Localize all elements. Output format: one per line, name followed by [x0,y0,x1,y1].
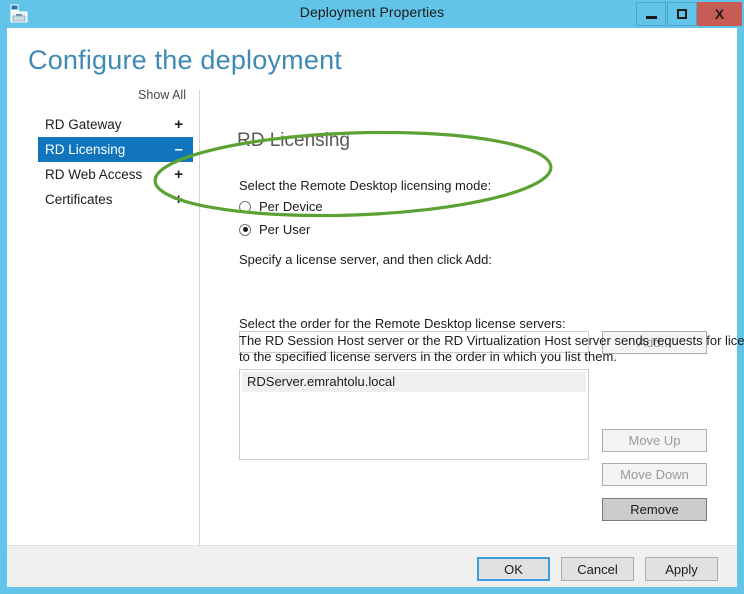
sidebar-item-rd-gateway[interactable]: RD Gateway + [38,112,193,137]
radio-per-device[interactable]: Per Device [239,199,323,214]
minimize-icon [645,15,657,19]
radio-label: Per Device [259,199,323,214]
window-title: Deployment Properties [299,4,445,20]
expand-plus-icon: + [174,116,183,133]
radio-label: Per User [259,222,311,237]
collapse-minus-icon: – [174,141,183,158]
remove-button[interactable]: Remove [602,498,707,521]
sidebar-item-rd-web-access[interactable]: RD Web Access + [38,162,193,187]
apply-button[interactable]: Apply [645,557,718,581]
order-description-line-2: to the specified license servers in the … [239,349,617,364]
ok-button[interactable]: OK [477,557,550,581]
sidebar-item-certificates[interactable]: Certificates + [38,187,193,212]
client-area: Configure the deployment Show All RD Gat… [7,28,744,587]
page-title: Configure the deployment [28,45,342,75]
move-down-button[interactable]: Move Down [602,463,707,486]
section-title: RD Licensing [237,130,350,151]
nav-divider [199,90,200,550]
licensing-mode-label: Select the Remote Desktop licensing mode… [239,178,492,193]
list-item[interactable]: RDServer.emrahtolu.local [242,372,586,392]
close-icon: X [714,6,725,22]
maximize-icon [677,9,687,19]
radio-per-user[interactable]: Per User [239,222,310,237]
move-up-button[interactable]: Move Up [602,429,707,452]
sidebar-item-label: Certificates [45,192,113,207]
cancel-button[interactable]: Cancel [561,557,634,581]
sidebar-item-label: RD Web Access [45,167,143,182]
title-bar: Deployment Properties X [0,0,744,28]
maximize-button[interactable] [667,2,697,26]
show-all-link[interactable]: Show All [138,88,186,102]
sidebar-item-label: RD Licensing [45,142,126,157]
minimize-button[interactable] [636,2,666,26]
radio-indicator [239,200,251,213]
license-server-listbox[interactable]: RDServer.emrahtolu.local [239,369,589,460]
order-label: Select the order for the Remote Desktop … [239,316,566,331]
dialog-footer: OK Cancel Apply [7,545,737,587]
radio-indicator [239,223,251,236]
sidebar-item-label: RD Gateway [45,117,122,132]
sidebar-item-rd-licensing[interactable]: RD Licensing – [38,137,193,162]
order-description-line-1: The RD Session Host server or the RD Vir… [239,333,744,348]
expand-plus-icon: + [174,166,183,183]
expand-plus-icon: + [174,191,183,208]
close-button[interactable]: X [697,2,742,26]
specify-license-server-label: Specify a license server, and then click… [239,252,492,267]
deployment-properties-window: Deployment Properties X Configure the de… [0,0,744,594]
